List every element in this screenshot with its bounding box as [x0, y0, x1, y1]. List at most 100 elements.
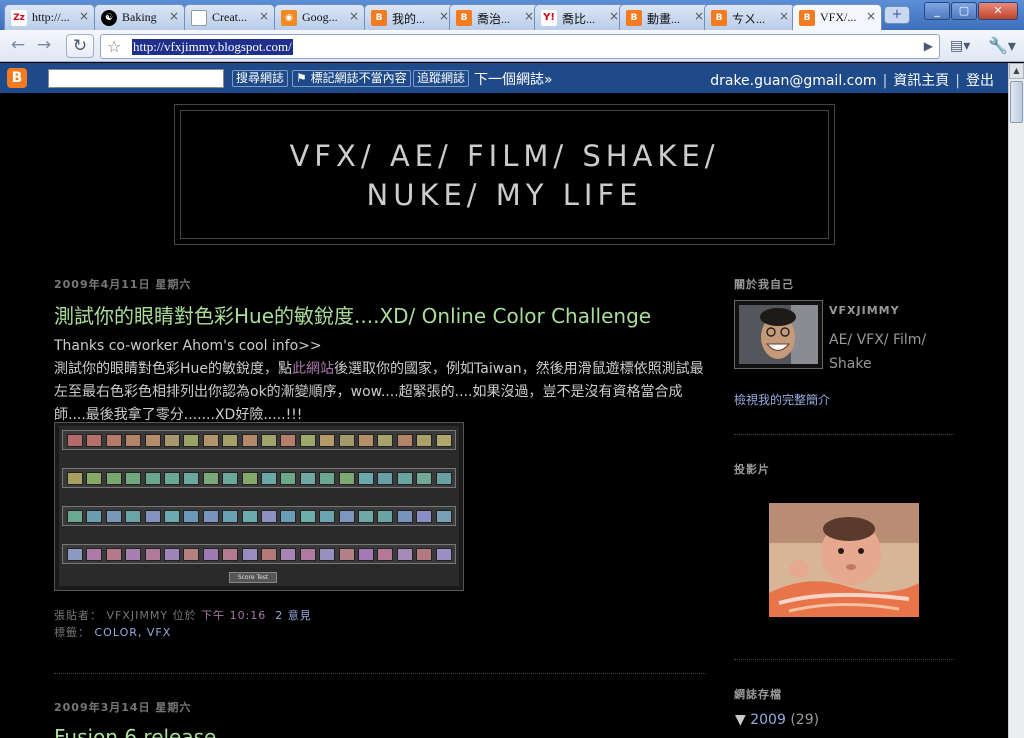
tab-close-icon[interactable]: ×: [79, 9, 89, 23]
flag-blog-button[interactable]: ⚑ 標記網誌不當內容: [292, 70, 411, 87]
sidebar-divider: [734, 434, 954, 435]
follow-blog-button[interactable]: 追蹤網誌: [413, 70, 470, 87]
browser-tab[interactable]: ☯ Baking ×: [94, 4, 185, 30]
hue-swatch: [183, 510, 200, 523]
tab-close-icon[interactable]: ×: [169, 9, 179, 23]
next-blog-link[interactable]: 下一個網誌»: [474, 69, 553, 89]
archive-year-item[interactable]: ▼ 2009 (29): [735, 712, 819, 728]
bookmark-star-icon[interactable]: ☆: [107, 37, 121, 56]
blog-title[interactable]: VFX/ AE/ FILM/ SHAKE/ NUKE/ MY LIFE: [181, 137, 828, 215]
go-arrow-icon[interactable]: ▶: [924, 39, 933, 53]
hue-swatch: [377, 472, 394, 485]
tab-close-icon[interactable]: ×: [779, 9, 789, 23]
back-button[interactable]: ←: [4, 34, 32, 58]
dashboard-link[interactable]: 資訊主頁: [893, 73, 949, 89]
comments-link[interactable]: 2 意見: [275, 609, 312, 622]
reload-icon: ↻: [72, 36, 88, 56]
post-author: VFXJIMMY: [106, 609, 169, 622]
tab-close-icon[interactable]: ×: [439, 9, 449, 23]
scroll-thumb[interactable]: [1010, 81, 1023, 123]
slideshow-photo[interactable]: [769, 503, 919, 617]
browser-tab[interactable]: B 喬治... ×: [449, 4, 540, 30]
blogger-favicon-icon: B: [456, 10, 472, 26]
hue-row-2: [62, 468, 456, 488]
minimize-button[interactable]: _: [924, 2, 950, 20]
hue-swatch: [299, 510, 316, 523]
hue-swatch: [319, 548, 336, 561]
reload-button[interactable]: ↻: [66, 34, 94, 58]
hue-swatch: [396, 510, 413, 523]
expand-triangle-icon[interactable]: ▼: [735, 712, 746, 728]
browser-tab[interactable]: Creat... ×: [184, 4, 275, 30]
tab-label: http://...: [32, 10, 70, 24]
hue-swatch: [241, 434, 258, 447]
tab-close-icon[interactable]: ×: [609, 9, 619, 23]
about-me-heading: 關於我自己: [734, 278, 794, 291]
color-site-link[interactable]: 此網站: [292, 361, 334, 377]
blog-header: VFX/ AE/ FILM/ SHAKE/ NUKE/ MY LIFE: [174, 104, 835, 245]
browser-tab[interactable]: Zz http://... ×: [4, 4, 95, 30]
url-text[interactable]: http://vfxjimmy.blogspot.com/: [132, 39, 293, 55]
maximize-button[interactable]: ▢: [951, 2, 977, 20]
rss-favicon-icon: ◉: [281, 10, 297, 26]
browser-tab[interactable]: Y! 喬比... ×: [534, 4, 625, 30]
tab-close-icon[interactable]: ×: [259, 9, 269, 23]
blogger-favicon-icon: B: [711, 10, 727, 26]
tab-close-icon[interactable]: ×: [349, 9, 359, 23]
blogger-logo-icon[interactable]: B: [7, 68, 27, 88]
hue-swatch: [67, 510, 83, 523]
hue-row-4: [62, 544, 456, 564]
browser-tab-active[interactable]: B VFX/... ×: [792, 4, 882, 31]
tab-label: Creat...: [212, 10, 247, 24]
page-scrollbar[interactable]: ▲: [1008, 63, 1024, 738]
signout-link[interactable]: 登出: [966, 73, 994, 89]
page-menu-icon[interactable]: ▤▾: [950, 38, 970, 54]
browser-tab[interactable]: B ㄘㄨ... ×: [704, 4, 795, 30]
hue-swatch: [105, 434, 122, 447]
blog-search-input[interactable]: [48, 69, 224, 88]
profile-name[interactable]: VFXJIMMY: [829, 304, 900, 317]
new-tab-button[interactable]: +: [884, 6, 910, 24]
hue-swatch: [241, 548, 258, 561]
tab-close-icon[interactable]: ×: [694, 9, 704, 23]
hue-swatch: [261, 472, 277, 485]
hue-swatch: [202, 472, 219, 485]
tab-close-icon[interactable]: ×: [866, 9, 876, 23]
scroll-up-arrow-icon[interactable]: ▲: [1009, 63, 1024, 79]
hue-swatch: [319, 510, 336, 523]
hue-swatch: [241, 472, 258, 485]
hue-swatch: [261, 434, 277, 447]
hue-swatch: [299, 434, 316, 447]
profile-photo[interactable]: [734, 300, 823, 369]
post-title-link[interactable]: Fusion 6 release: [54, 725, 216, 738]
hue-test-screenshot[interactable]: Score Test: [54, 422, 464, 591]
labels-link[interactable]: COLOR, VFX: [95, 626, 172, 639]
post-divider: [54, 673, 706, 674]
forward-button[interactable]: →: [30, 34, 58, 58]
hue-swatch: [164, 548, 180, 561]
hue-swatch: [164, 434, 180, 447]
post-labels-line: 標籤： COLOR, VFX: [54, 624, 312, 641]
blogger-favicon-icon: B: [799, 10, 815, 26]
hue-swatch: [416, 548, 433, 561]
blogger-favicon-icon: B: [626, 10, 642, 26]
hue-swatch: [183, 472, 200, 485]
hue-swatch: [416, 434, 433, 447]
wrench-icon[interactable]: 🔧▾: [988, 36, 1016, 55]
archive-year-link[interactable]: 2009: [750, 712, 786, 728]
browser-tab[interactable]: ◉ Goog... ×: [274, 4, 365, 30]
hue-swatch: [241, 510, 258, 523]
flag-blog-label: 標記網誌不當內容: [310, 71, 407, 85]
hue-swatch: [222, 434, 239, 447]
post-time-link[interactable]: 下午 10:16: [201, 609, 266, 622]
post-title-link[interactable]: 測試你的眼睛對色彩Hue的敏銳度....XD/ Online Color Cha…: [54, 300, 651, 329]
tab-close-icon[interactable]: ×: [524, 9, 534, 23]
close-window-button[interactable]: ✕: [978, 2, 1018, 20]
post-date: 2009年4月11日 星期六: [54, 278, 192, 291]
search-blog-button[interactable]: 搜尋網誌: [232, 70, 289, 87]
address-bar[interactable]: ☆ http://vfxjimmy.blogspot.com/ ▶: [100, 34, 940, 59]
hue-swatch: [86, 434, 103, 447]
browser-tab[interactable]: B 我的... ×: [364, 4, 455, 30]
view-full-profile-link[interactable]: 檢視我的完整簡介: [734, 391, 830, 408]
browser-tab[interactable]: B 動畫... ×: [619, 4, 710, 30]
